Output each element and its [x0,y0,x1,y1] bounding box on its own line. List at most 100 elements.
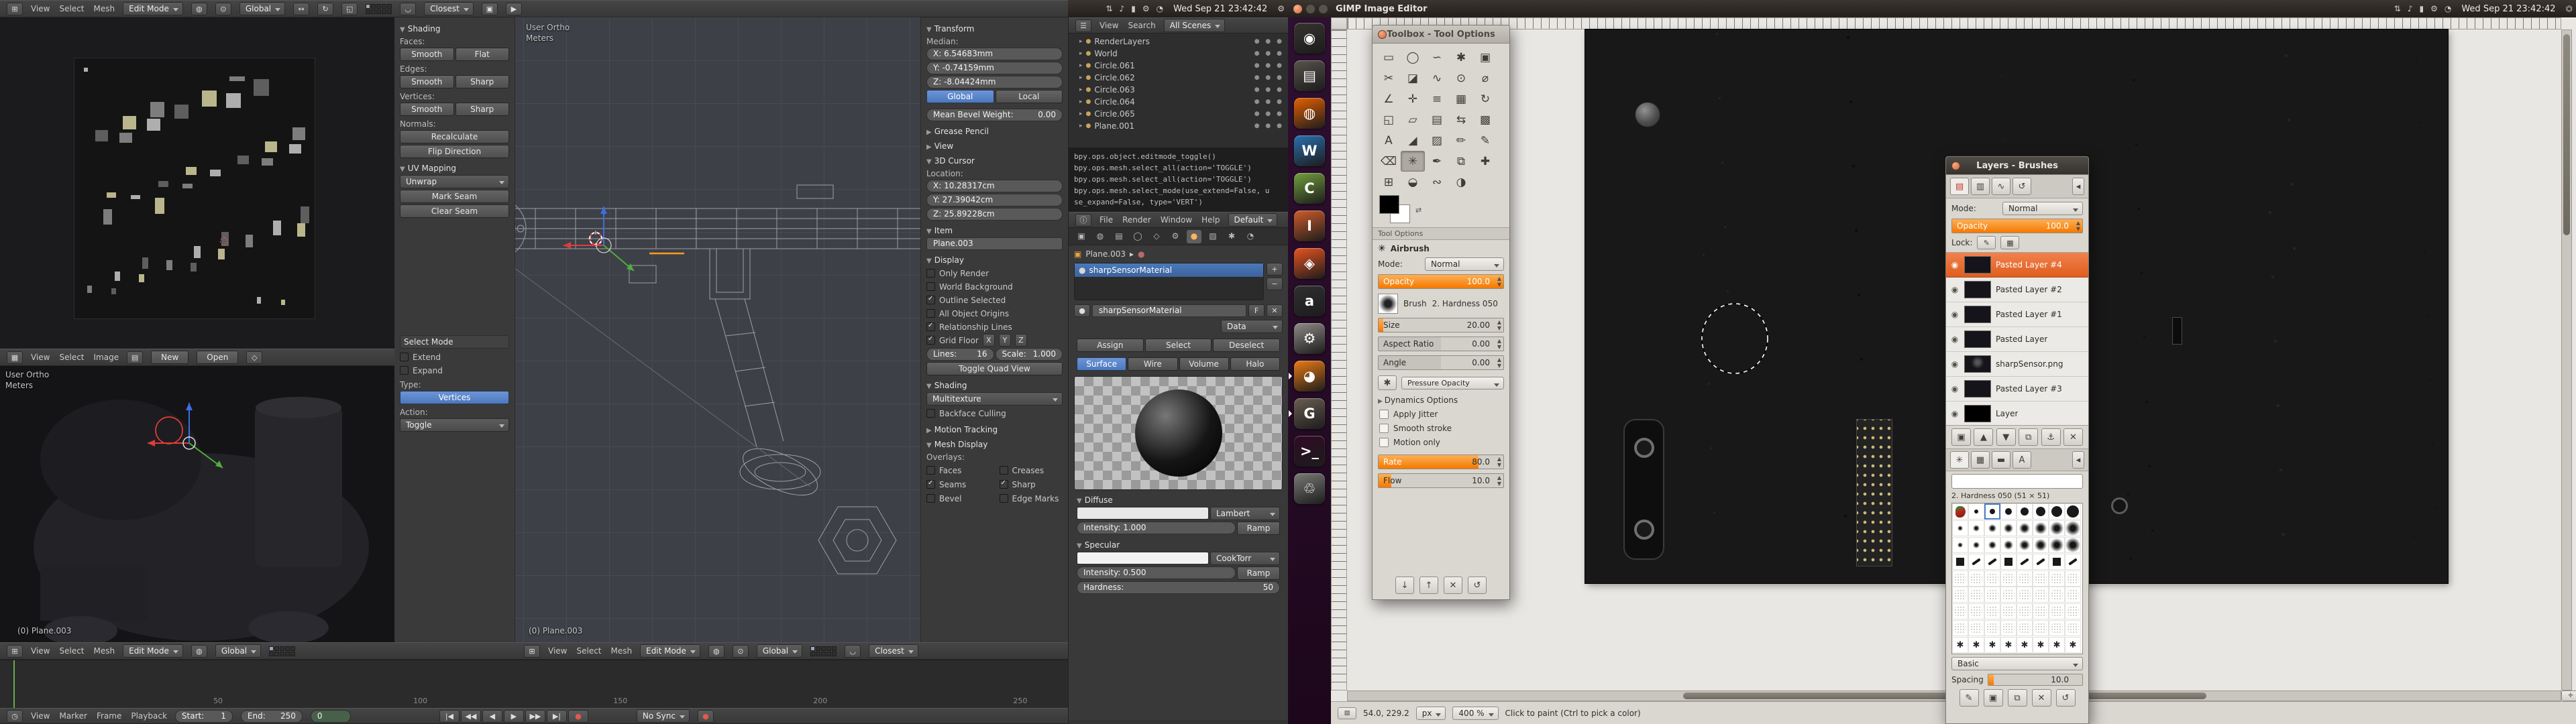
brush-item[interactable] [2033,503,2049,520]
fuzzy-select-tool[interactable]: ✱ [1449,47,1473,68]
brush-item[interactable] [2065,620,2081,636]
lock-alpha-icon[interactable]: ▦ [2000,236,2019,249]
text-tool[interactable]: A [1377,130,1401,151]
frame-start-field[interactable]: Start:1 [175,710,233,723]
brush-item[interactable] [1968,503,1984,520]
anchor-layer-button[interactable]: ⚓ [2041,428,2061,446]
brush-item[interactable] [2049,554,2065,570]
visibility-eye-icon[interactable]: ◉ [1950,285,1960,294]
scene-layer-dot[interactable] [821,646,826,651]
apply-jitter-checkbox[interactable] [1379,410,1389,419]
info-menu-window[interactable]: Window [1161,215,1192,225]
zoom-dropdown[interactable]: 400 % [1452,707,1498,720]
manipulator-translate-icon[interactable]: ↔ [293,3,309,15]
image-new-button[interactable]: New [151,351,189,364]
specular-intensity-slider[interactable]: Intensity: 0.500 [1077,566,1236,579]
clone-tool[interactable]: ⧉ [1449,151,1473,172]
shear-tool[interactable]: ▱ [1401,109,1425,130]
align-tool[interactable]: ≡ [1425,88,1449,109]
outliner-item[interactable]: ▸●Circle.062● ● ● [1069,72,1288,84]
world-icon[interactable]: ◯ [1130,230,1145,243]
motion-tracking-panel-title[interactable]: ▶Motion Tracking [926,425,1063,434]
render-icon[interactable]: ▣ [1074,230,1089,243]
scene-layer-dot[interactable] [816,652,820,656]
material-context-tab-volume[interactable]: Volume [1179,357,1229,371]
scene-layer-dot[interactable] [280,652,284,656]
backface-culling-checkbox[interactable] [926,409,935,418]
duplicate-layer-button[interactable]: ⧉ [2019,428,2038,446]
pivot-center-dropdown[interactable]: ⊙ [733,645,749,658]
brush-item[interactable] [2017,620,2033,636]
brush-item[interactable] [1952,520,1968,536]
launcher-item-blender[interactable]: ◕ [1294,361,1325,391]
axis-z-toggle[interactable]: Z [1015,334,1027,347]
brush-item[interactable] [1968,537,1984,553]
uv-image-editor[interactable] [0,17,394,349]
outliner-item[interactable]: ▸●Circle.065● ● ● [1069,108,1288,120]
expand-icon[interactable]: ▸ [1079,123,1083,129]
diffuse-color-swatch[interactable] [1077,507,1209,520]
grease-pencil-panel-title[interactable]: ▶Grease Pencil [926,127,1063,136]
visibility-eye-icon[interactable]: ◉ [1950,359,1960,369]
texture-icon[interactable]: ▨ [1205,230,1220,243]
overlay-edge-marks-checkbox[interactable] [1000,494,1008,503]
launcher-item-files[interactable]: ▤ [1294,60,1325,91]
paint-mode-dropdown[interactable]: Normal [1425,257,1504,271]
tab-configure-icon[interactable]: ◂ [2072,178,2084,195]
brush-item[interactable] [2000,587,2017,603]
launcher-item-firefox[interactable]: ◍ [1294,98,1325,129]
airbrush-tool[interactable]: ✳ [1401,151,1425,172]
brush-item[interactable] [2049,570,2065,587]
aspect-ratio-slider[interactable]: Aspect Ratio0.00▲▼ [1378,337,1504,351]
material-icon[interactable]: ● [1187,230,1201,243]
expand-checkbox[interactable] [400,366,409,375]
image-browse-icon[interactable]: ▤ [127,351,143,364]
scene-layer-dot[interactable] [290,652,295,656]
spacing-slider[interactable]: 10.0 [1988,674,2083,686]
recalculate-button[interactable]: Recalculate [400,130,509,143]
editor-type-icon[interactable]: ▦ [7,351,23,364]
expand-icon[interactable]: ▸ [1079,74,1083,81]
overlay-faces-checkbox[interactable] [926,466,935,475]
brush-item[interactable] [2065,537,2081,553]
lower-layer-button[interactable]: ▼ [1996,428,2016,446]
new-layer-button[interactable]: ▣ [1951,428,1971,446]
clear-seam-button[interactable]: Clear Seam [400,204,509,218]
move-tool[interactable]: ✛ [1401,88,1425,109]
gradients-tab[interactable]: ▬ [1992,451,2010,469]
physics-icon[interactable]: ◔ [1243,230,1258,243]
power-icon[interactable]: ◔ [2445,4,2451,13]
restore-tool-preset-button[interactable]: ↑ [1419,577,1438,594]
item-panel-title[interactable]: ▼Item [926,226,1063,235]
view3d-bl-menu-select[interactable]: Select [59,646,84,656]
expand-icon[interactable]: ▸ [1079,38,1083,45]
expand-icon[interactable]: ▸ [1079,50,1083,57]
outliner-item[interactable]: ▸●Circle.061● ● ● [1069,60,1288,72]
visibility-toggle-icons[interactable]: ● ● ● [1254,86,1284,93]
brush-item[interactable]: ✱ [2000,637,2017,653]
material-slot-selected[interactable]: ● sharpSensorMaterial [1075,263,1263,277]
layer-name[interactable]: sharpSensor.png [1996,359,2063,369]
measure-tool[interactable]: ∠ [1377,88,1401,109]
brush-name[interactable]: 2. Hardness 050 [1432,299,1498,308]
duplicate-brush-button[interactable]: ⧉ [2008,689,2027,707]
gradient-tool[interactable]: ▨ [1425,130,1449,151]
launcher-item-dash-home[interactable]: ◉ [1294,23,1325,54]
layer-name[interactable]: Pasted Layer #4 [1996,260,2062,269]
bucket-fill-tool[interactable]: ◢ [1401,130,1425,151]
grid-scale-field[interactable]: Scale:1.000 [996,348,1063,361]
scene-layer-dot[interactable] [371,4,376,9]
brush-item[interactable] [1984,554,2000,570]
layers-tab[interactable]: ▤ [1950,178,1969,195]
launcher-item-libreoffice-impress[interactable]: I [1294,210,1325,241]
channels-tab[interactable]: ▥ [1971,178,1990,195]
material-preview[interactable] [1074,376,1283,490]
network-icon[interactable]: ⇅ [2394,4,2401,13]
flip-direction-button[interactable]: Flip Direction [400,145,509,158]
median-y-field[interactable]: Y: -0.74159mm [926,62,1063,74]
current-frame-field[interactable]: 0 [311,710,351,723]
layer-row[interactable]: ◉Pasted Layer #3 [1946,377,2088,402]
brush-item[interactable] [2049,587,2065,603]
render-anim-icon[interactable]: ▶ [506,3,522,15]
scene-icon[interactable]: ◍ [1093,230,1108,243]
